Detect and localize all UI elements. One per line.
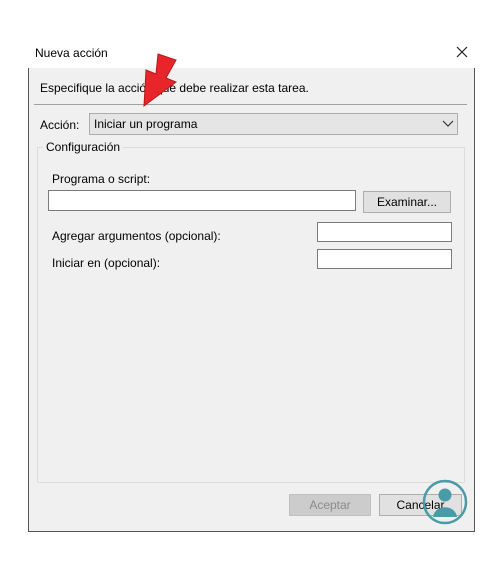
- arguments-label: Agregar argumentos (opcional):: [52, 229, 221, 243]
- arguments-input[interactable]: [317, 222, 452, 242]
- configuration-legend: Configuración: [43, 140, 124, 154]
- close-button[interactable]: [452, 42, 472, 62]
- window-title: Nueva acción: [35, 46, 108, 60]
- solvetic-logo-icon: [421, 478, 469, 526]
- start-in-label: Iniciar en (opcional):: [52, 256, 161, 270]
- action-label: Acción:: [40, 118, 80, 132]
- separator: [34, 104, 467, 105]
- close-icon: [456, 46, 468, 58]
- program-input[interactable]: [48, 190, 356, 211]
- accept-button[interactable]: Aceptar: [289, 494, 371, 516]
- chevron-down-icon[interactable]: [441, 115, 455, 131]
- action-dropdown-value: Iniciar un programa: [94, 117, 198, 131]
- browse-button[interactable]: Examinar...: [363, 191, 451, 213]
- action-dropdown[interactable]: Iniciar un programa: [89, 113, 458, 135]
- program-label: Programa o script:: [52, 172, 151, 186]
- red-arrow-icon: [132, 52, 180, 108]
- start-in-input[interactable]: [317, 249, 452, 269]
